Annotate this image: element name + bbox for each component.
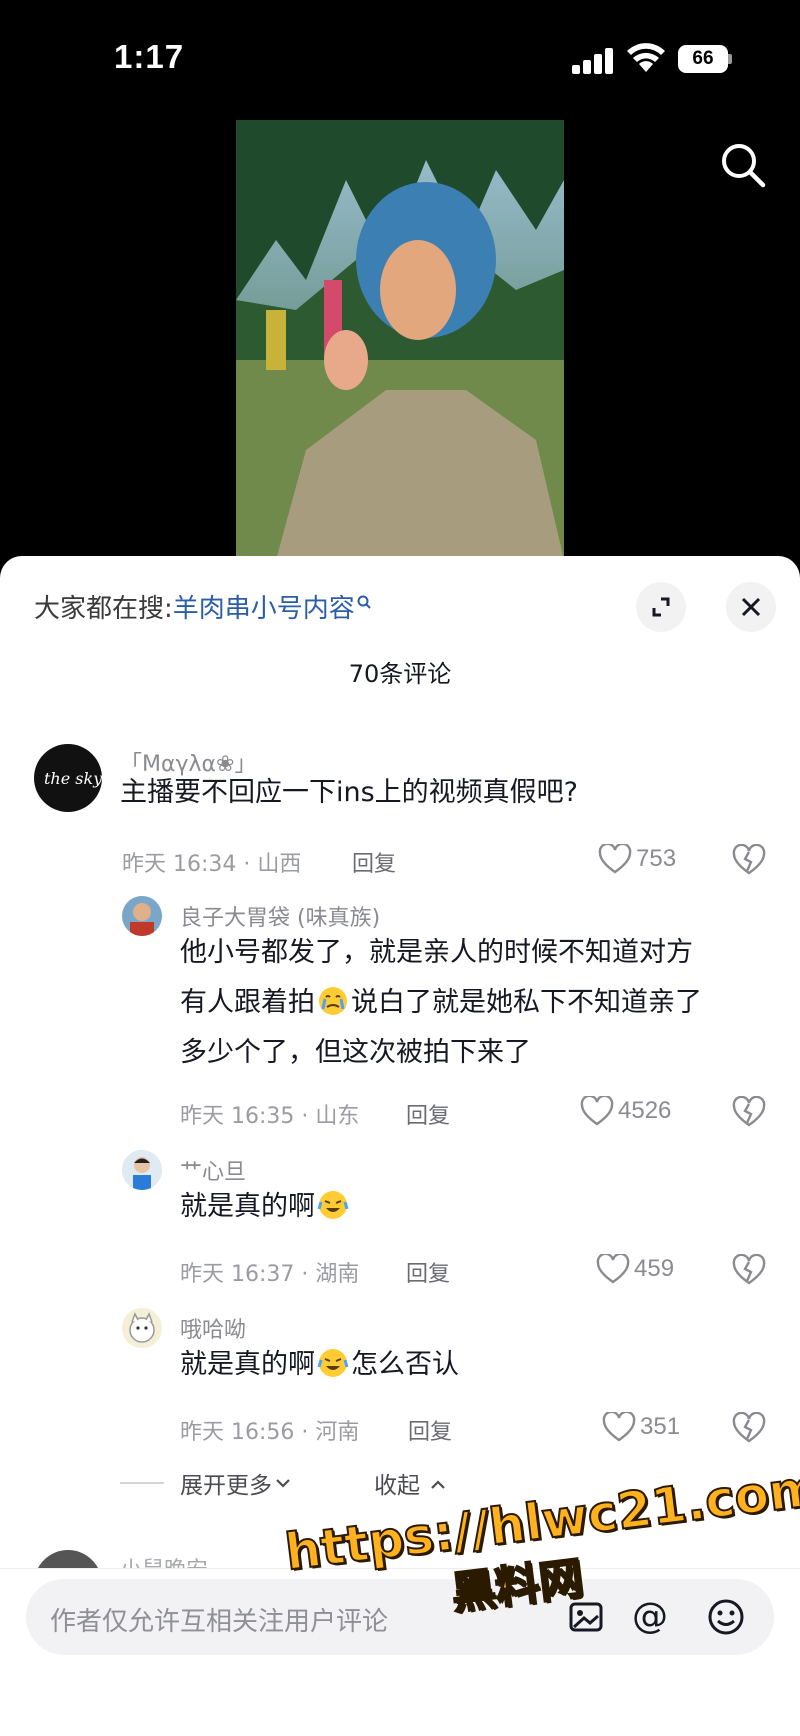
hot-search-keyword[interactable]: 羊肉串小号内容: [173, 594, 355, 624]
emoji-icon[interactable]: [706, 1597, 746, 1637]
like-button[interactable]: 351: [602, 1412, 680, 1442]
reply-text-line: 有人跟着拍 说白了就是她私下不知道亲了: [180, 987, 702, 1018]
reply-button[interactable]: 回复: [406, 1256, 450, 1288]
avatar[interactable]: the sky: [34, 744, 102, 812]
expand-button[interactable]: [636, 582, 686, 632]
comment-meta: 昨天 16:34 · 山西: [122, 852, 302, 877]
chevron-up-icon: [431, 1480, 446, 1489]
reply-meta: 昨天 16:35 · 山东: [180, 1104, 360, 1129]
mention-icon[interactable]: @: [630, 1597, 670, 1637]
heart-icon: [602, 1412, 636, 1442]
dislike-icon[interactable]: [732, 1096, 766, 1128]
hot-search-label: 大家都在搜:: [34, 594, 173, 624]
reply-text[interactable]: 就是真的啊: [180, 1182, 351, 1232]
video-frame-image: [236, 120, 564, 560]
collapse-replies[interactable]: 收起: [374, 1466, 449, 1500]
dislike-icon[interactable]: [732, 1254, 766, 1286]
heart-icon: [580, 1096, 614, 1126]
search-icon[interactable]: [718, 140, 768, 190]
crying-emoji-icon: [319, 987, 347, 1015]
battery-icon: 66: [678, 45, 732, 73]
reply-meta: 昨天 16:37 · 湖南: [180, 1262, 360, 1287]
like-button[interactable]: 459: [596, 1254, 674, 1284]
avatar[interactable]: [122, 1308, 162, 1348]
chevron-down-icon: [276, 1479, 290, 1488]
avatar[interactable]: [122, 896, 162, 936]
like-count: 4526: [618, 1097, 672, 1124]
status-bar: 1:17 66: [0, 0, 800, 110]
like-count: 351: [640, 1413, 681, 1440]
reply-text-line: 多少个了，但这次被拍下来了: [180, 1037, 531, 1068]
reply-text-line: 他小号都发了，就是亲人的时候不知道对方: [180, 937, 693, 968]
video-preview[interactable]: [236, 120, 564, 560]
heart-icon: [596, 1254, 630, 1284]
small-search-icon: [357, 595, 371, 609]
like-count: 459: [634, 1255, 675, 1282]
like-count: 753: [636, 845, 677, 872]
avatar[interactable]: [122, 1150, 162, 1190]
hot-search-banner[interactable]: 大家都在搜:羊肉串小号内容: [34, 588, 371, 625]
status-time: 1:17: [114, 38, 185, 75]
heart-icon: [598, 844, 632, 874]
close-icon: [741, 597, 761, 617]
reply-meta: 昨天 16:56 · 河南: [180, 1420, 360, 1445]
like-button[interactable]: 753: [598, 844, 676, 874]
expand-more-label: 展开更多: [180, 1473, 272, 1499]
collapse-label: 收起: [374, 1473, 420, 1499]
expand-more-replies[interactable]: 展开更多: [120, 1466, 294, 1500]
reply-button[interactable]: 回复: [406, 1098, 450, 1130]
dislike-icon[interactable]: [732, 844, 766, 876]
dislike-icon[interactable]: [732, 1412, 766, 1444]
battery-level: 66: [678, 45, 728, 73]
comment-text[interactable]: 主播要不回应一下ins上的视频真假吧?: [120, 768, 578, 818]
cellular-signal-icon: [572, 48, 614, 74]
wifi-icon: [627, 43, 665, 72]
expand-icon: [652, 597, 670, 617]
reply-button[interactable]: 回复: [408, 1414, 452, 1446]
reply-text[interactable]: 他小号都发了，就是亲人的时候不知道对方 有人跟着拍 说白了就是她私下不知道亲了 多…: [180, 928, 702, 1078]
reply-button[interactable]: 回复: [352, 846, 396, 878]
comment-count: 70条评论: [348, 660, 452, 688]
reply-text[interactable]: 就是真的啊 怎么否认: [180, 1340, 459, 1390]
laughing-crying-emoji-icon: [317, 1349, 349, 1377]
like-button[interactable]: 4526: [580, 1096, 671, 1126]
close-button[interactable]: [726, 582, 776, 632]
svg-text:the sky: the sky: [44, 769, 102, 788]
laughing-crying-emoji-icon: [317, 1191, 349, 1219]
